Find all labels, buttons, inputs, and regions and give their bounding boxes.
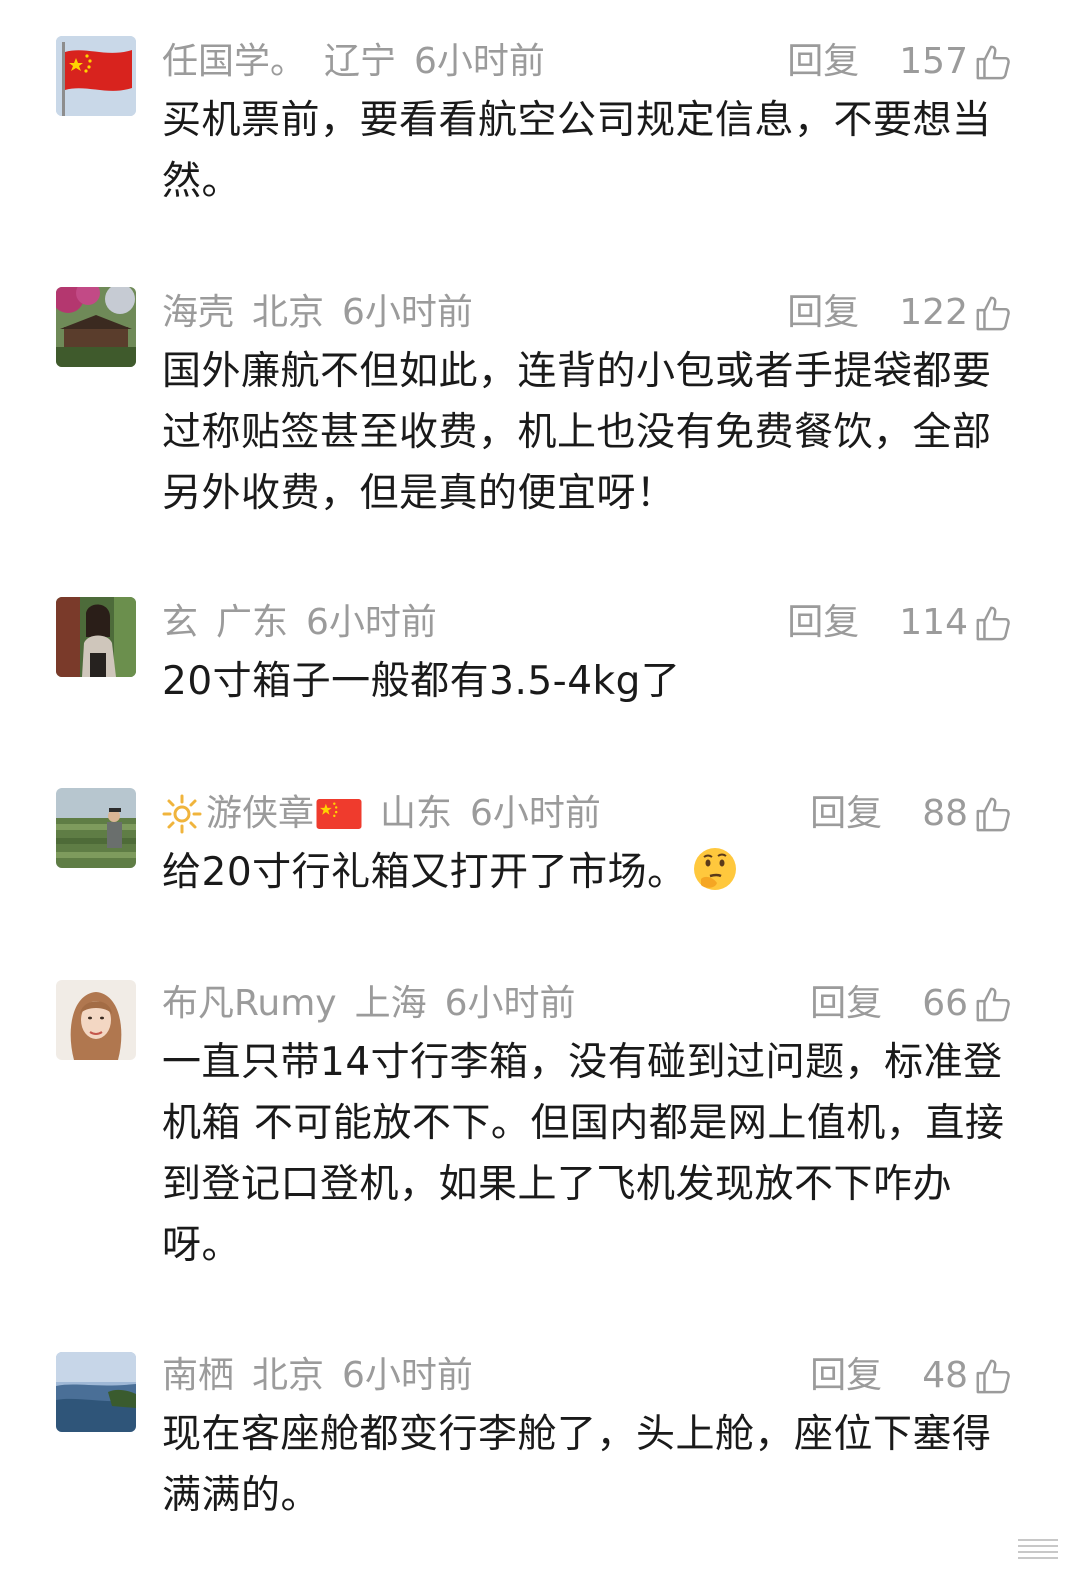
comment-meta: 布凡Rumy 上海 6小时前 [162,978,576,1030]
comment-actions: 回复 114 [787,597,1012,649]
like-count: 88 [922,793,968,834]
reply-button[interactable]: 回复 [787,287,859,339]
comment-meta: 任国学。 辽宁 6小时前 [162,36,545,88]
thumbs-up-icon[interactable] [974,985,1012,1023]
location: 北京 [252,292,325,333]
thinking-face-emoji [693,848,736,890]
timestamp: 6小时前 [444,983,576,1024]
like-count: 157 [899,41,968,82]
reply-button[interactable]: 回复 [787,36,859,88]
reply-button[interactable]: 回复 [810,978,882,1030]
reply-button[interactable]: 回复 [810,788,882,840]
thumbs-up-icon[interactable] [974,1357,1012,1395]
timestamp: 6小时前 [414,41,545,82]
comment-text: 给20寸行礼箱又打开了市场。 [162,842,1022,903]
timestamp: 6小时前 [342,292,473,333]
comment-text: 买机票前，要看看航空公司规定信息，不要想当然。 [162,98,992,204]
comment-text: 现在客座舱都变行李舱了，头上舱，座位下塞得满满的。 [162,1412,992,1518]
avatar[interactable] [56,287,136,367]
comment-actions: 回复 157 [787,36,1012,88]
thumbs-up-icon[interactable] [974,795,1012,833]
reply-button[interactable]: 回复 [810,1350,882,1402]
nickname[interactable]: 任国学。 [162,36,306,88]
comment-text: 20寸箱子一般都有3.5-4kg了 [162,659,681,704]
location: 山东 [380,793,453,834]
comment-meta: 玄 广东 6小时前 [162,597,437,649]
location: 辽宁 [324,41,397,82]
comment-meta: 海壳 北京 6小时前 [162,287,473,339]
comment-text-content: 给20寸行礼箱又打开了市场。 [162,850,687,895]
comment-text: 一直只带14寸行李箱，没有碰到过问题，标准登机箱 不可能放不下。但国内都是网上值… [162,1040,1005,1268]
comment-text: 国外廉航不但如此，连背的小包或者手提袋都要过称贴签甚至收费，机上也没有免费餐饮，… [162,349,992,516]
nickname[interactable]: 南栖 [162,1350,234,1402]
like-count: 66 [922,983,968,1024]
thumbs-up-icon[interactable] [974,43,1012,81]
nickname[interactable]: 玄 [162,597,198,649]
like-count: 114 [899,602,968,643]
china-flag-icon [316,799,362,829]
comment-actions: 回复 122 [787,287,1012,339]
avatar[interactable] [56,788,136,868]
nickname[interactable]: 布凡Rumy [162,978,337,1030]
comment-actions: 回复 66 [810,978,1012,1030]
timestamp: 6小时前 [306,602,437,643]
avatar[interactable] [56,36,136,116]
avatar[interactable] [56,597,136,677]
reply-button[interactable]: 回复 [787,597,859,649]
location: 广东 [216,602,289,643]
thumbs-up-icon[interactable] [974,294,1012,332]
sun-icon [162,794,202,834]
location: 北京 [252,1355,325,1396]
thumbs-up-icon[interactable] [974,604,1012,642]
location: 上海 [354,983,427,1024]
avatar[interactable] [56,1352,136,1432]
comment-meta: 南栖 北京 6小时前 [162,1350,473,1402]
avatar[interactable] [56,980,136,1060]
comment-actions: 回复 48 [810,1350,1012,1402]
timestamp: 6小时前 [342,1355,473,1396]
like-count: 48 [922,1355,968,1396]
like-count: 122 [899,292,968,333]
comment-meta: 游侠章 山东 6小时前 [162,788,601,840]
comment-actions: 回复 88 [810,788,1012,840]
nickname[interactable]: 海壳 [162,287,234,339]
timestamp: 6小时前 [470,793,601,834]
nickname-text: 游侠章 [206,793,315,834]
nickname[interactable]: 游侠章 [162,788,362,840]
scroll-indicator-icon[interactable] [1016,1536,1060,1560]
